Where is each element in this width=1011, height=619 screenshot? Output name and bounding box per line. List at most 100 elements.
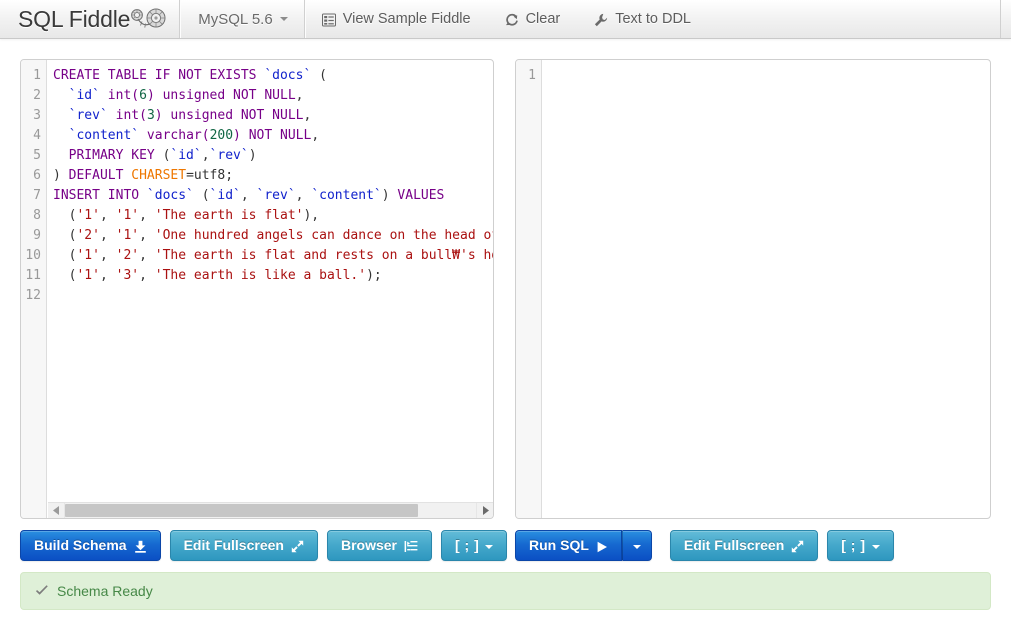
query-fullscreen-label: Edit Fullscreen	[683, 537, 785, 553]
navbar-menu: View Sample Fiddle Clear Text to DDL	[305, 0, 1011, 38]
top-navbar: SQL Fiddle MySQL 5.6 View Sample Fiddle …	[0, 0, 1011, 39]
code-token: ,	[139, 228, 155, 243]
code-token: ,	[295, 188, 312, 203]
code-token: ,	[99, 208, 116, 223]
code-token: ,	[99, 228, 116, 243]
code-line: `rev` int(3) unsigned NOT NULL,	[53, 106, 493, 126]
query-editor-code[interactable]	[542, 60, 990, 518]
build-schema-button[interactable]: Build Schema	[20, 530, 161, 561]
line-number: 2	[33, 88, 41, 103]
action-button-rows: Build Schema Edit Fullscreen Browser [;…	[0, 519, 1011, 561]
line-number: 1	[33, 68, 41, 83]
run-sql-label: Run SQL	[529, 537, 589, 553]
nav-item-view-sample-fiddle[interactable]: View Sample Fiddle	[305, 0, 488, 38]
code-token: )	[53, 168, 69, 183]
line-number: 6	[33, 168, 41, 183]
brand-title: SQL Fiddle	[18, 5, 131, 32]
nav-item-label: Text to DDL	[615, 11, 691, 27]
code-token: 'The earth is flat'	[154, 208, 304, 223]
code-token: '2'	[115, 248, 140, 263]
query-edit-fullscreen-button[interactable]: Edit Fullscreen	[669, 530, 819, 561]
download-icon	[134, 540, 147, 553]
code-token: 'The earth is flat and rests on a bull₩'…	[154, 248, 493, 263]
code-token: '1'	[76, 208, 100, 223]
schema-separator-dropdown-button[interactable]: [ ; ]	[440, 530, 508, 561]
code-line: PRIMARY KEY (`id`,`rev`)	[53, 146, 493, 166]
line-number: 11	[25, 268, 41, 283]
build-schema-label: Build Schema	[34, 537, 127, 553]
chevron-down-icon	[871, 544, 880, 549]
query-separator-dropdown-button[interactable]: [ ; ]	[827, 530, 894, 561]
play-icon	[596, 541, 608, 553]
code-line: CREATE TABLE IF NOT EXISTS `docs` (	[53, 66, 493, 86]
code-token: `id`	[68, 88, 100, 103]
navbar-right-edge	[1000, 0, 1011, 38]
schema-action-buttons: Build Schema Edit Fullscreen Browser [;…	[20, 530, 508, 561]
code-token: ,	[139, 248, 155, 263]
code-line: `content` varchar(200) NOT NULL,	[53, 126, 493, 146]
code-token: CHARSET	[131, 168, 187, 183]
code-token: `rev`	[209, 148, 249, 163]
schema-editor-pane[interactable]: 1 2 3 4 5 6 7 8 9 10 11 12 CREATE TABLE IF NOT EXIS…	[20, 59, 494, 519]
schema-editor-gutter: 1 2 3 4 5 6 7 8 9 10 11 12	[21, 60, 47, 518]
status-bar-wrap: Schema Ready	[0, 561, 1011, 610]
code-token: varchar(	[139, 128, 210, 143]
schema-edit-fullscreen-button[interactable]: Edit Fullscreen	[169, 530, 318, 561]
database-selector[interactable]: MySQL 5.6	[180, 0, 303, 38]
code-token: ,	[240, 188, 257, 203]
code-token: (	[53, 268, 77, 283]
code-token: '3'	[115, 268, 140, 283]
schema-separator-label: [ ; ]	[454, 537, 480, 553]
scroll-right-arrow-icon[interactable]	[476, 503, 493, 518]
code-token: ,	[139, 268, 155, 283]
code-token: =utf8;	[186, 168, 234, 183]
scroll-left-arrow-icon[interactable]	[48, 503, 65, 518]
query-editor-pane[interactable]: 1	[515, 59, 991, 519]
run-sql-button[interactable]: Run SQL	[515, 530, 622, 561]
check-icon	[35, 585, 49, 599]
schema-editor-hscrollbar[interactable]	[48, 502, 493, 518]
code-token: 'One hundred angels can dance on the hea…	[154, 228, 493, 243]
line-number: 1	[528, 68, 536, 83]
run-sql-dropdown-toggle[interactable]	[621, 530, 652, 561]
fiddlehead-fern-icon	[131, 6, 167, 32]
browser-label: Browser	[340, 537, 397, 553]
list-alt-icon	[321, 13, 336, 27]
code-token: `docs`	[146, 188, 194, 203]
code-token: 6	[139, 88, 147, 103]
schema-editor-code[interactable]: CREATE TABLE IF NOT EXISTS `docs` ( `id`…	[47, 60, 493, 518]
code-token: ,	[99, 248, 116, 263]
editor-panes: 1 2 3 4 5 6 7 8 9 10 11 12 CREATE TABLE IF NOT EXIS…	[0, 39, 1011, 519]
database-selector-label: MySQL 5.6	[198, 10, 273, 28]
code-token: '1'	[115, 208, 140, 223]
line-number: 5	[33, 148, 41, 163]
code-line: ('1', '2', 'The earth is flat and rests …	[53, 246, 493, 266]
code-token: `rev`	[256, 188, 296, 203]
brand-logo-link[interactable]: SQL Fiddle	[0, 0, 179, 38]
query-action-buttons: Run SQL Edit Fullscreen [ ; ]	[515, 530, 991, 561]
code-token: ,	[99, 268, 116, 283]
code-token: )	[381, 188, 398, 203]
line-number: 12	[25, 288, 41, 303]
code-token: (	[53, 248, 77, 263]
code-token: '1'	[76, 248, 100, 263]
chevron-down-icon	[279, 17, 288, 21]
hscrollbar-thumb[interactable]	[65, 504, 419, 517]
code-line: ) DEFAULT CHARSET=utf8;	[53, 166, 493, 186]
code-token: (	[53, 228, 77, 243]
nav-item-text-to-ddl[interactable]: Text to DDL	[577, 0, 708, 38]
query-separator-label: [ ; ]	[841, 537, 866, 553]
resize-full-icon	[291, 540, 304, 553]
line-number: 3	[33, 108, 41, 123]
browser-button[interactable]: Browser	[326, 530, 432, 561]
hscrollbar-track[interactable]	[65, 503, 476, 518]
nav-item-clear[interactable]: Clear	[488, 0, 578, 38]
chevron-down-icon	[632, 544, 641, 549]
indent-right-icon	[404, 540, 418, 553]
code-token: '2'	[76, 228, 100, 243]
schema-editor[interactable]: 1 2 3 4 5 6 7 8 9 10 11 12 CREATE TABLE IF NOT EXIS…	[21, 60, 493, 518]
refresh-icon	[505, 13, 519, 27]
query-editor[interactable]: 1	[516, 60, 990, 518]
